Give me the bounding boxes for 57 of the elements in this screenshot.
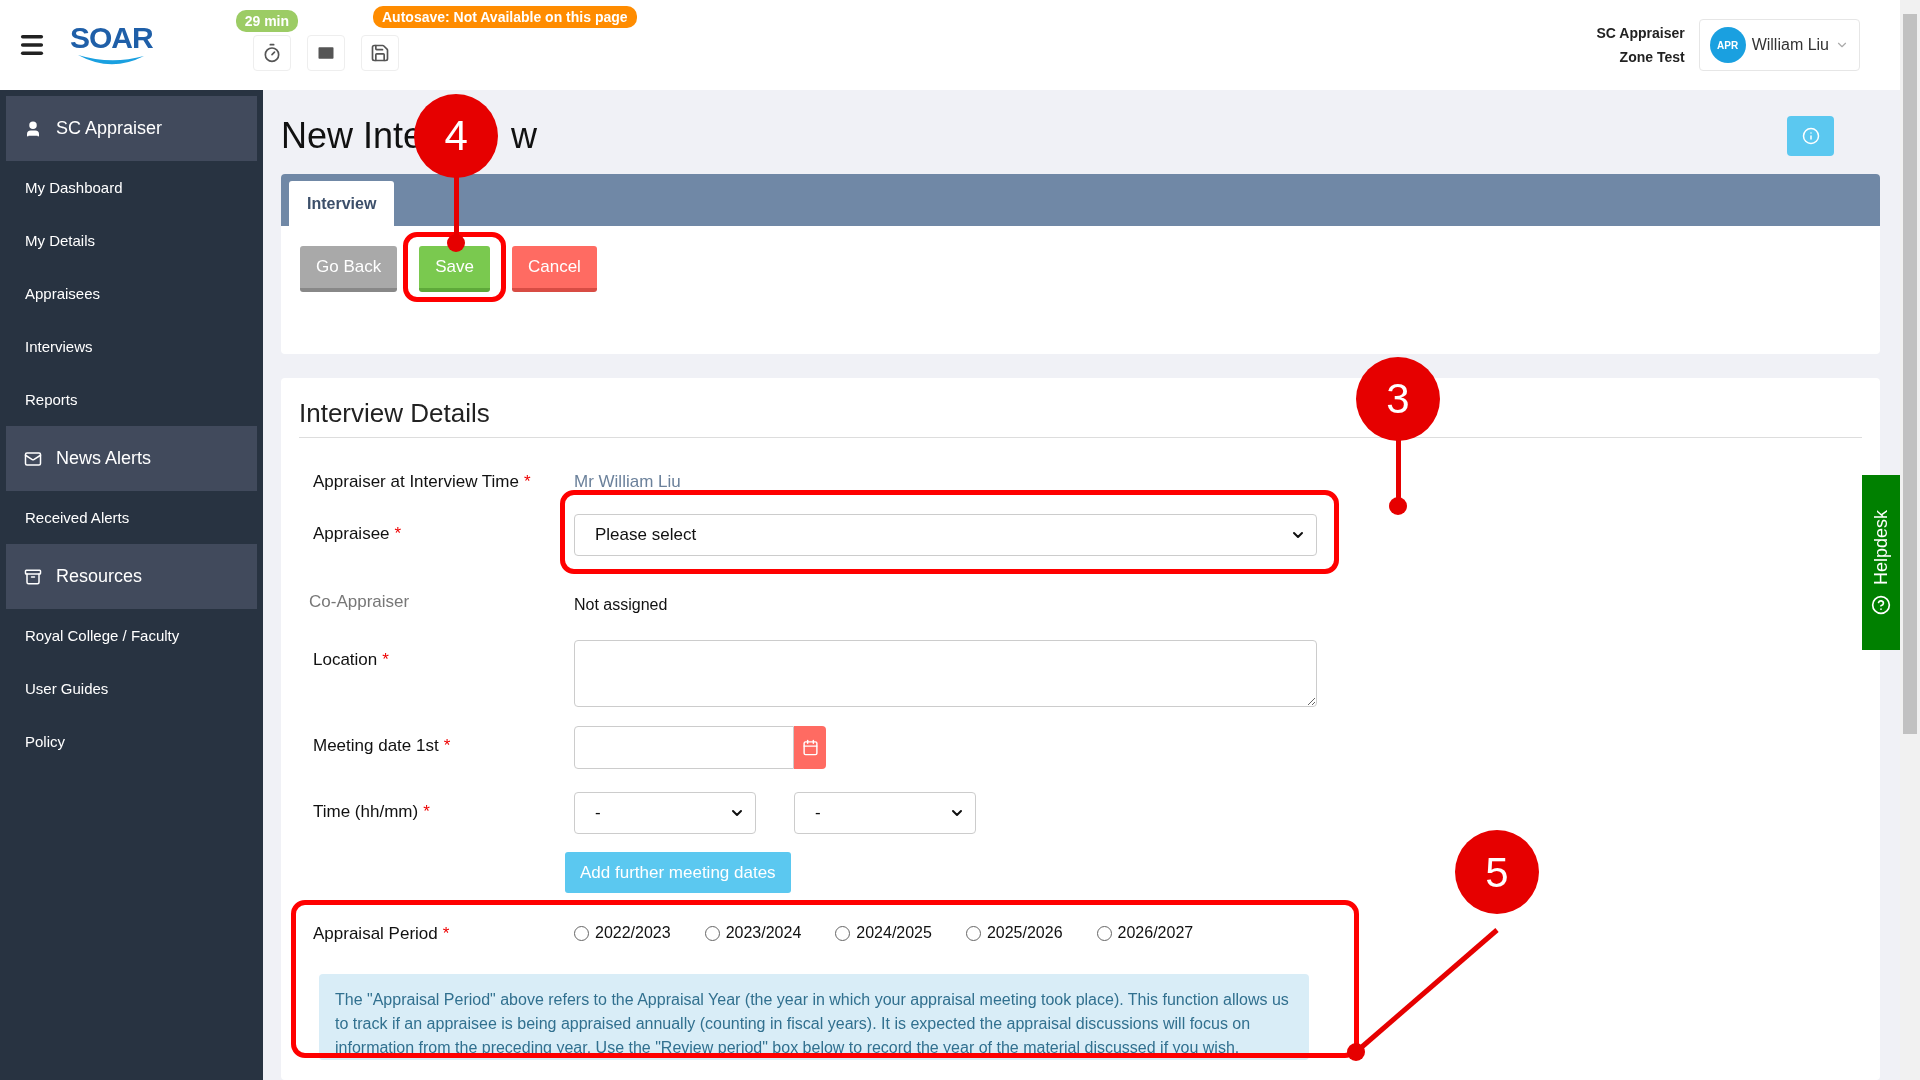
info-button[interactable]: [1787, 116, 1834, 156]
info-icon: [1801, 127, 1820, 145]
help-icon: [1871, 595, 1891, 615]
sidebar-item[interactable]: Received Alerts: [6, 491, 257, 544]
tab[interactable]: Interview: [289, 181, 395, 226]
sidebar-item[interactable]: Royal College / Faculty: [6, 609, 257, 662]
period-radio[interactable]: 2025/2026: [965, 924, 1063, 942]
field-label: Time (hh/mm): [313, 802, 419, 822]
scrollbar[interactable]: [1900, 0, 1920, 1080]
sidebar-section[interactable]: Resources: [6, 544, 257, 609]
field-label: Appraiser at Interview Time: [313, 472, 519, 492]
sidebar-item[interactable]: My Details: [6, 214, 257, 267]
required-mark: *: [423, 802, 430, 822]
role-text: SC Appraiser: [1596, 25, 1685, 41]
user-menu[interactable]: APR William Liu: [1698, 19, 1860, 71]
field-label: Co-Appraiser: [309, 592, 410, 612]
sidebar-section[interactable]: News Alerts: [6, 426, 257, 491]
required-mark: *: [442, 924, 450, 944]
autosave-badge: Autosave: Not Available on this page: [373, 6, 637, 28]
field-value: Not assigned: [574, 595, 669, 614]
required-mark: *: [443, 736, 451, 756]
field-label: Appraisee: [313, 524, 390, 544]
calendar-button[interactable]: [794, 726, 826, 769]
sidebar-section[interactable]: SC Appraiser: [6, 96, 257, 161]
sidebar-item[interactable]: Policy: [6, 715, 257, 768]
required-mark: *: [523, 472, 531, 492]
sidebar-item[interactable]: User Guides: [6, 662, 257, 715]
time-select[interactable]: -: [574, 792, 756, 834]
page-title: w: [511, 115, 538, 157]
archive-box-icon: [24, 567, 42, 586]
appraisee-select[interactable]: Please select: [574, 514, 1317, 556]
save-button[interactable]: [360, 35, 399, 71]
period-radio[interactable]: 2023/2024: [704, 924, 802, 942]
field-label: Meeting date 1st: [313, 736, 439, 756]
role-text: Zone Test: [1619, 49, 1685, 65]
sidebar-item[interactable]: My Dashboard: [6, 161, 257, 214]
field-label: Appraisal Period: [313, 924, 438, 944]
period-radio[interactable]: 2026/2027: [1096, 924, 1194, 942]
period-radio[interactable]: 2022/2023: [574, 924, 671, 942]
mail-button[interactable]: [306, 35, 345, 71]
sidebar-item[interactable]: Appraisees: [6, 267, 257, 320]
timer-badge: 29 min: [235, 10, 299, 32]
avatar: APR: [1709, 27, 1746, 63]
field-label: Location: [313, 650, 378, 670]
logo[interactable]: SOAR: [70, 23, 153, 67]
date-field[interactable]: [574, 726, 794, 769]
period-radio[interactable]: 2024/2025: [835, 924, 932, 942]
sidebar-item[interactable]: Reports: [6, 373, 257, 426]
required-mark: *: [382, 650, 389, 670]
user-icon: [24, 119, 42, 138]
field-value: Mr William Liu: [574, 472, 682, 492]
helpdesk-tab[interactable]: Helpdesk: [1862, 475, 1900, 650]
location-field[interactable]: [574, 640, 1317, 707]
required-mark: *: [394, 524, 402, 544]
calendar-icon: [801, 739, 819, 756]
time-select[interactable]: -: [794, 792, 976, 834]
sidebar-item[interactable]: Interviews: [6, 320, 257, 373]
